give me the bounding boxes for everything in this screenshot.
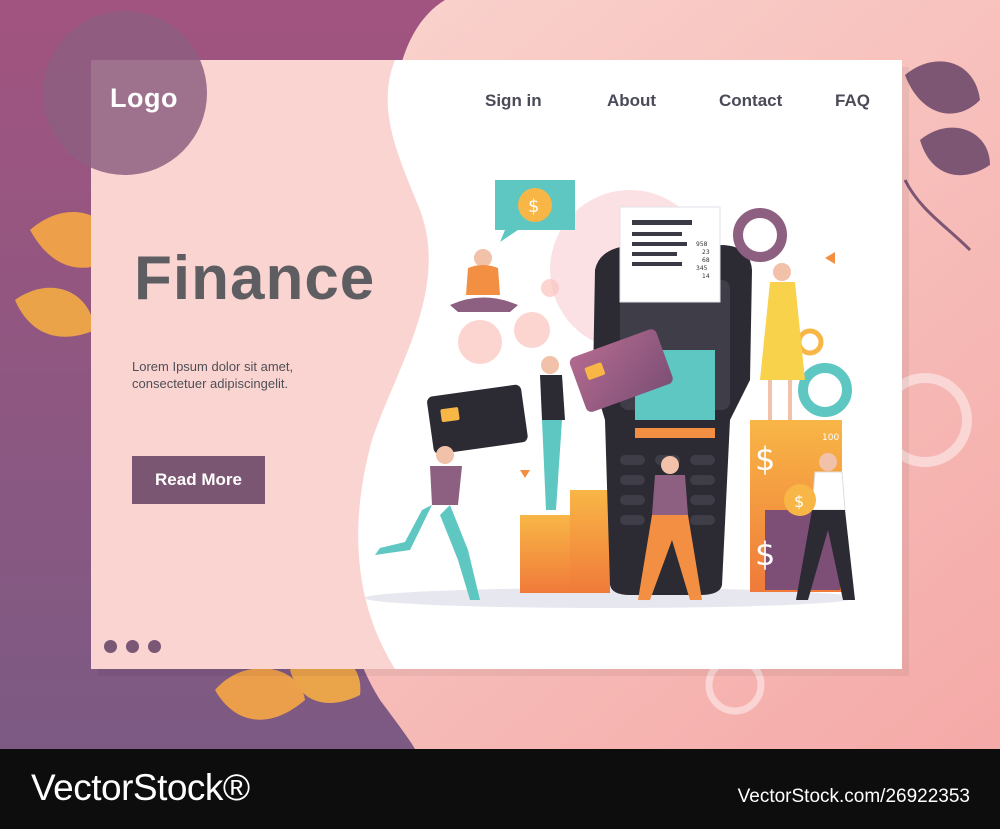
svg-text:345: 345	[696, 265, 708, 272]
gear-icon	[733, 208, 787, 262]
pagination-dot[interactable]	[104, 640, 117, 653]
nav-contact[interactable]: Contact	[719, 91, 782, 111]
watermark-brand: VectorStock®	[31, 767, 250, 808]
logo[interactable]: Logo	[110, 83, 178, 114]
svg-text:68: 68	[702, 257, 710, 264]
svg-text:958: 958	[696, 241, 708, 248]
svg-text:14: 14	[702, 273, 710, 280]
receipt-icon: 958 23 68 345 14	[619, 206, 721, 303]
banknote-value: 100	[822, 433, 839, 443]
pagination-dot[interactable]	[148, 640, 161, 653]
gear-icon	[796, 328, 824, 356]
nav-about[interactable]: About	[607, 91, 656, 111]
watermark-id: VectorStock.com/26922353	[737, 786, 970, 807]
credit-card-icon	[427, 384, 528, 454]
svg-text:$: $	[528, 196, 539, 217]
hero-description: Lorem Ipsum dolor sit amet, consectetuer…	[132, 359, 294, 391]
svg-text:23: 23	[702, 249, 710, 256]
hero-title: Finance	[134, 244, 376, 313]
gear-icon	[798, 363, 852, 417]
dollar-icon: $	[755, 535, 775, 573]
person-meditating	[450, 249, 518, 312]
person-running	[375, 446, 480, 600]
pagination-dot[interactable]	[126, 640, 139, 653]
dollar-icon: $	[755, 440, 775, 478]
nav-sign-in[interactable]: Sign in	[485, 91, 542, 111]
person-writing	[760, 263, 805, 420]
svg-text:$: $	[794, 492, 804, 511]
finance-illustration: 100 $ $ 958 23 68 345 14 $ $	[365, 180, 855, 608]
read-more-button[interactable]: Read More	[132, 456, 265, 504]
nav-faq[interactable]: FAQ	[835, 91, 870, 111]
chart-bar	[570, 490, 610, 593]
person-with-card	[540, 356, 565, 510]
